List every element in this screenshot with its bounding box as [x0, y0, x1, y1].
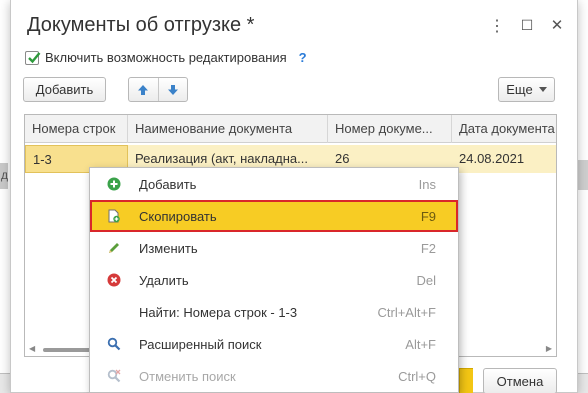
close-icon[interactable]: ✕ [548, 16, 566, 34]
menu-item-edit[interactable]: Изменить F2 [90, 232, 458, 264]
menu-item-copy[interactable]: Скопировать F9 [90, 200, 458, 232]
menu-item-advanced-search[interactable]: Расширенный поиск Alt+F [90, 328, 458, 360]
menu-item-shortcut: Ins [418, 176, 436, 192]
menu-item-label: Изменить [139, 240, 198, 256]
add-button[interactable]: Добавить [23, 77, 106, 102]
menu-item-shortcut: F2 [420, 240, 436, 256]
maximize-icon[interactable]: ☐ [518, 17, 536, 34]
menu-item-label: Найти: Номера строк - 1-3 [139, 304, 298, 320]
pencil-icon [109, 243, 119, 253]
menu-item-label: Скопировать [139, 208, 217, 224]
table-header: Номера строк Наименование документа Номе… [25, 115, 556, 143]
background-text-fragment: д [1, 168, 9, 182]
menu-item-shortcut: Del [416, 272, 436, 288]
move-up-button[interactable] [129, 78, 158, 101]
move-down-button[interactable] [157, 78, 187, 101]
menu-item-shortcut: Ctrl+Q [398, 368, 436, 384]
search-icon [107, 337, 121, 351]
arrow-up-icon [138, 84, 149, 95]
ok-button-edge[interactable] [459, 368, 473, 393]
move-buttons-group [128, 77, 188, 102]
menu-item-label: Отменить поиск [139, 368, 236, 384]
context-menu: Добавить Ins Скопировать F9 Изменить F2 … [89, 167, 459, 393]
more-button-label: Еще [506, 82, 533, 97]
column-header-row-numbers[interactable]: Номера строк [25, 115, 128, 143]
menu-item-cancel-search[interactable]: Отменить поиск Ctrl+Q [90, 360, 458, 392]
copy-document-icon [108, 209, 120, 223]
menu-item-label: Удалить [139, 272, 189, 288]
help-icon[interactable]: ? [299, 50, 307, 65]
scroll-right-icon[interactable]: ▶ [546, 344, 552, 353]
enable-editing-label[interactable]: Включить возможность редактирования [45, 50, 287, 65]
checkmark-icon [28, 51, 41, 63]
menu-item-delete[interactable]: Удалить Del [90, 264, 458, 296]
table-cell-document-date[interactable]: 24.08.2021 [452, 145, 556, 173]
column-header-document-number[interactable]: Номер докуме... [328, 115, 452, 143]
delete-circle-icon [107, 273, 121, 287]
menu-item-label: Расширенный поиск [139, 336, 262, 352]
menu-item-add[interactable]: Добавить Ins [90, 168, 458, 200]
dialog-title: Документы об отгрузке * [27, 14, 255, 36]
cancel-search-icon [107, 369, 121, 383]
menu-item-find[interactable]: Найти: Номера строк - 1-3 Ctrl+Alt+F [90, 296, 458, 328]
cancel-button[interactable]: Отмена [483, 368, 557, 393]
menu-item-shortcut: Ctrl+Alt+F [377, 304, 436, 320]
plus-circle-icon [107, 177, 121, 191]
menu-item-label: Добавить [139, 176, 197, 192]
column-header-document-name[interactable]: Наименование документа [128, 115, 328, 143]
enable-editing-checkbox[interactable] [25, 50, 41, 65]
caret-down-icon [538, 86, 547, 92]
more-button[interactable]: Еще [498, 77, 555, 102]
more-actions-icon[interactable]: ⋮ [488, 16, 506, 36]
column-header-document-date[interactable]: Дата документа [452, 115, 556, 143]
menu-item-shortcut: Alt+F [405, 336, 436, 352]
enable-editing-row: Включить возможность редактирования ? [25, 50, 307, 65]
scroll-left-icon[interactable]: ◀ [29, 344, 35, 353]
arrow-down-icon [167, 84, 178, 95]
menu-item-shortcut: F9 [420, 208, 436, 224]
